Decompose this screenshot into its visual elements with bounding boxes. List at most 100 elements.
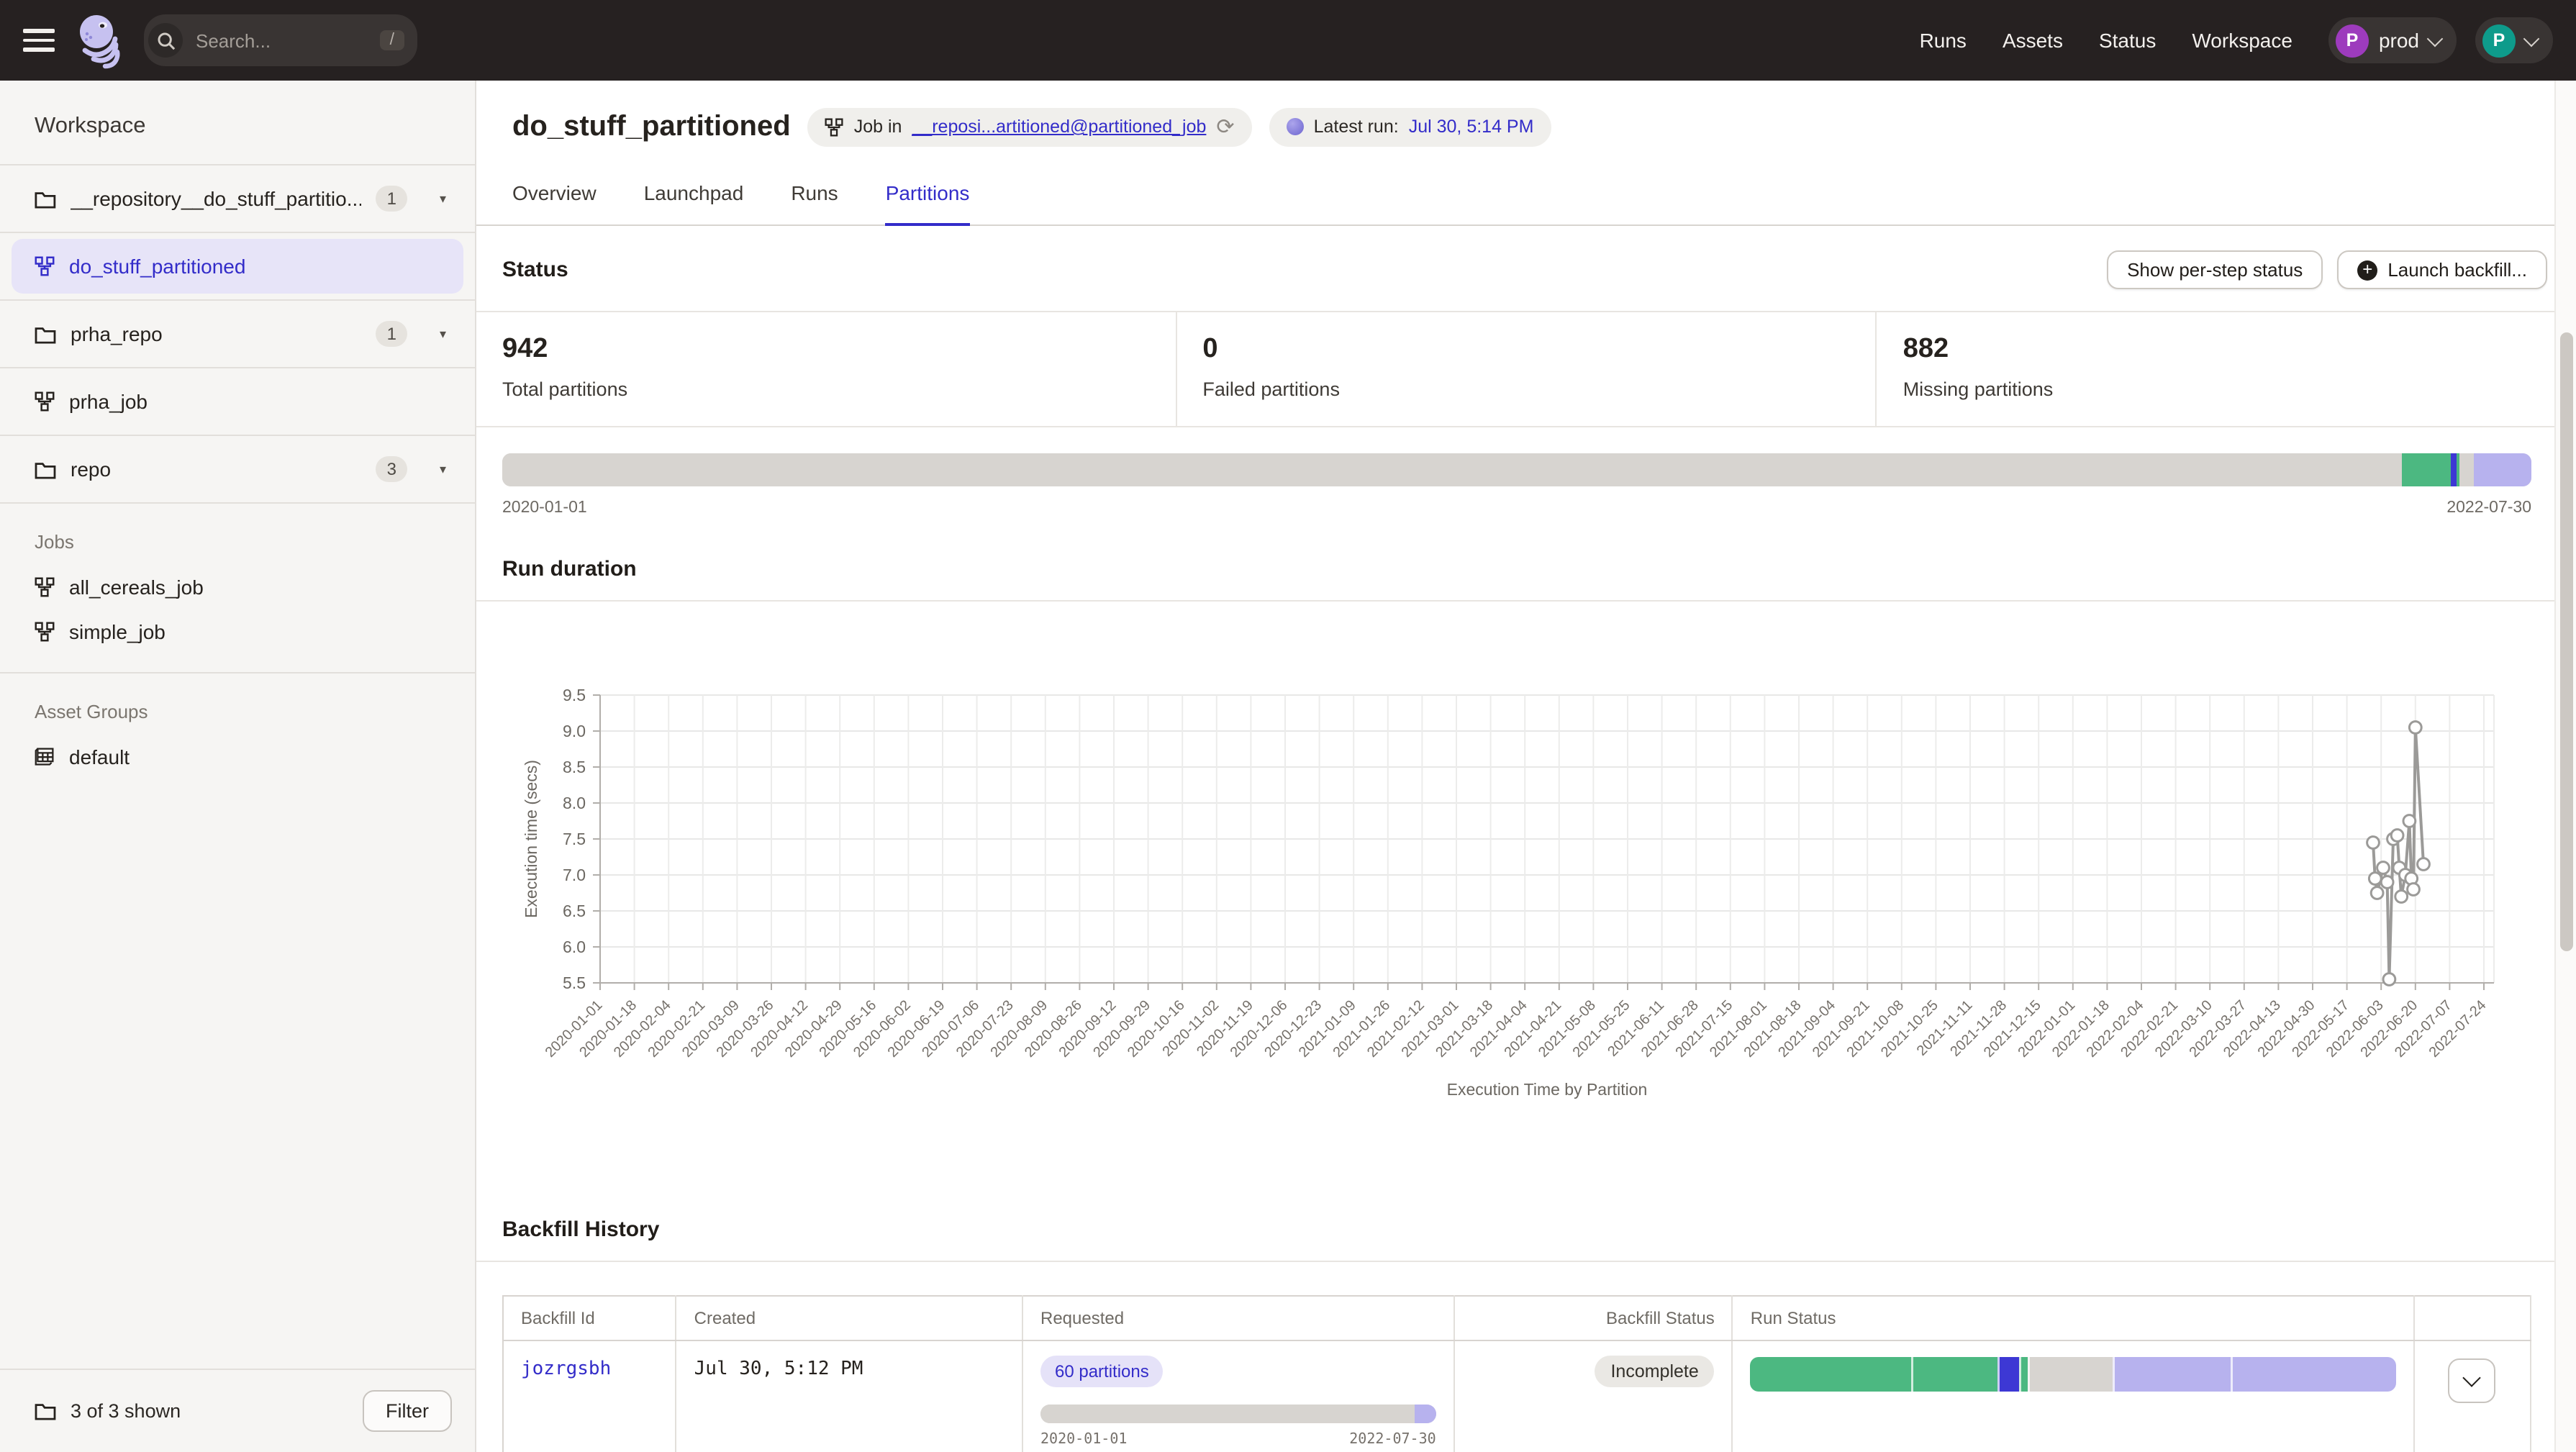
- run-duration-chart: 5.56.06.57.07.58.08.59.09.52020-01-01202…: [476, 602, 2557, 1120]
- sidebar-item-label: __repository__do_stuff_partitio...: [71, 187, 361, 210]
- plus-circle-icon: +: [2357, 260, 2377, 280]
- asset-groups-section-label: Asset Groups: [0, 673, 475, 734]
- tab-partitions[interactable]: Partitions: [886, 181, 970, 224]
- job-icon: [35, 621, 55, 641]
- svg-text:5.5: 5.5: [563, 974, 586, 992]
- page-title: do_stuff_partitioned: [512, 106, 791, 147]
- partition-range-start: 2020-01-01: [502, 499, 587, 517]
- dropdown-caret-icon[interactable]: ▾: [440, 191, 446, 207]
- svg-text:6.0: 6.0: [563, 938, 586, 956]
- hamburger-menu-icon[interactable]: [23, 30, 55, 52]
- nav-link-assets[interactable]: Assets: [2003, 29, 2063, 52]
- stat-label: Missing partitions: [1903, 378, 2576, 400]
- folder-icon: [35, 189, 56, 208]
- backfill-table-header-row: Backfill IdCreatedRequestedBackfill Stat…: [503, 1296, 2531, 1340]
- sidebar-item-label: do_stuff_partitioned: [69, 255, 245, 278]
- bar-segment: [2474, 453, 2531, 486]
- latest-run-link[interactable]: Jul 30, 5:14 PM: [1409, 117, 1534, 137]
- requested-range-start: 2020-01-01: [1040, 1432, 1127, 1448]
- scrollbar-thumb[interactable]: [2560, 332, 2573, 951]
- vertical-scrollbar[interactable]: [2554, 81, 2576, 1452]
- bar-segment: [502, 453, 2402, 486]
- job-origin-link[interactable]: __reposi...artitioned@partitioned_job: [912, 117, 1206, 137]
- requested-partitions-chip[interactable]: 60 partitions: [1040, 1356, 1164, 1387]
- partition-status-bar[interactable]: [502, 453, 2531, 486]
- deployment-switcher[interactable]: P prod: [2328, 17, 2457, 63]
- launch-backfill-label: Launch backfill...: [2387, 259, 2527, 281]
- repo-list: __repository__do_stuff_partitio... 1 ▾ do_s…: [0, 164, 475, 504]
- bar-segment: [2028, 1357, 2113, 1392]
- sidebar-item-prha-job[interactable]: prha_job: [0, 368, 475, 436]
- deployment-label: prod: [2379, 29, 2419, 52]
- sidebar-footer: 3 of 3 shown Filter: [0, 1369, 475, 1452]
- nav-link-runs[interactable]: Runs: [1920, 29, 1967, 52]
- bar-segment: [1912, 1357, 1997, 1392]
- dagster-logo-icon[interactable]: [73, 12, 125, 69]
- top-nav: Search... / Runs Assets Status Workspace P …: [0, 0, 2576, 81]
- job-origin-pill: Job in __reposi...artitioned@partitioned…: [808, 107, 1252, 146]
- tab-overview[interactable]: Overview: [512, 181, 597, 224]
- tab-launchpad[interactable]: Launchpad: [644, 181, 744, 224]
- stat-label: Failed partitions: [1202, 378, 1875, 400]
- stat-missing-partitions: 882 Missing partitions: [1876, 312, 2576, 426]
- nav-link-workspace[interactable]: Workspace: [2192, 29, 2292, 52]
- dropdown-caret-icon[interactable]: ▾: [440, 461, 446, 477]
- sidebar-item-all_cereals_job[interactable]: all_cereals_job: [0, 564, 475, 609]
- job-icon: [35, 576, 55, 596]
- y-axis-label: Execution time (secs): [522, 760, 540, 918]
- show-per-step-status-button[interactable]: Show per-step status: [2107, 250, 2323, 289]
- stat-failed-partitions: 0 Failed partitions: [1175, 312, 1875, 426]
- dagster-app: Search... / Runs Assets Status Workspace P …: [0, 0, 2576, 1452]
- reload-icon[interactable]: ⟳: [1216, 116, 1234, 137]
- svg-text:9.0: 9.0: [563, 722, 586, 740]
- requested-range-end: 2022-07-30: [1349, 1432, 1436, 1448]
- filter-button[interactable]: Filter: [363, 1390, 452, 1432]
- bar-segment: [1751, 1357, 1912, 1392]
- svg-text:8.5: 8.5: [563, 758, 586, 776]
- job-origin-prefix: Job in: [854, 117, 902, 137]
- search-input[interactable]: Search... /: [144, 14, 417, 66]
- column-header-created: Created: [676, 1296, 1022, 1340]
- partition-bar-block: 2020-01-01 2022-07-30: [476, 427, 2576, 530]
- item-count-badge: 1: [376, 186, 408, 212]
- tab-runs[interactable]: Runs: [791, 181, 838, 224]
- screenshot-stage: Search... / Runs Assets Status Workspace P …: [0, 0, 2576, 1452]
- stat-total-partitions: 942Total partitions: [476, 312, 1175, 426]
- item-count-badge: 1: [376, 321, 408, 347]
- latest-run-pill: Latest run: Jul 30, 5:14 PM: [1269, 107, 1551, 146]
- bar-segment: [2231, 1357, 2396, 1392]
- sidebar-item-default[interactable]: default: [0, 734, 475, 779]
- column-header-backfill-id: Backfill Id: [503, 1296, 676, 1340]
- sidebar-item-label: default: [69, 745, 130, 768]
- sidebar-item-repo[interactable]: repo3▾: [0, 436, 475, 504]
- bar-segment: [1040, 1405, 1414, 1423]
- folder-icon: [35, 1402, 56, 1420]
- sidebar-item-simple_job[interactable]: simple_job: [0, 609, 475, 653]
- asset-group-icon: [35, 746, 55, 766]
- nav-links: Runs Assets Status Workspace: [1920, 29, 2292, 52]
- expand-row-button[interactable]: [2449, 1358, 2496, 1403]
- backfill-table: Backfill IdCreatedRequestedBackfill Stat…: [502, 1295, 2531, 1452]
- run-duration-header: Run duration: [476, 538, 2576, 602]
- sidebar-item-do-stuff-partitioned[interactable]: do_stuff_partitioned: [0, 233, 475, 301]
- svg-text:7.0: 7.0: [563, 866, 586, 884]
- run-status-dot-icon: [1287, 118, 1304, 135]
- sidebar-item-prha-repo[interactable]: prha_repo1▾: [0, 301, 475, 368]
- column-header-backfill-status: Backfill Status: [1454, 1296, 1733, 1340]
- svg-text:7.5: 7.5: [563, 830, 586, 848]
- search-icon: [148, 23, 183, 58]
- x-axis-caption: Execution Time by Partition: [1447, 1080, 1648, 1099]
- run-status-bar[interactable]: [1751, 1357, 2396, 1392]
- item-count-badge: 3: [376, 456, 408, 482]
- dropdown-caret-icon[interactable]: ▾: [440, 326, 446, 342]
- backfill-history-title: Backfill History: [502, 1217, 659, 1242]
- user-menu[interactable]: P: [2475, 17, 2553, 63]
- asset-groups-list: default: [0, 734, 475, 779]
- job-icon: [825, 117, 844, 136]
- launch-backfill-button[interactable]: + Launch backfill...: [2337, 250, 2547, 289]
- stat-value: 882: [1903, 334, 2576, 366]
- nav-link-status[interactable]: Status: [2099, 29, 2156, 52]
- backfill-id-link[interactable]: jozrgsbh: [521, 1358, 611, 1380]
- sidebar-item--repository-do-stuff-partitio-[interactable]: __repository__do_stuff_partitio... 1 ▾: [0, 165, 475, 233]
- stat-value: 0: [1202, 334, 1875, 366]
